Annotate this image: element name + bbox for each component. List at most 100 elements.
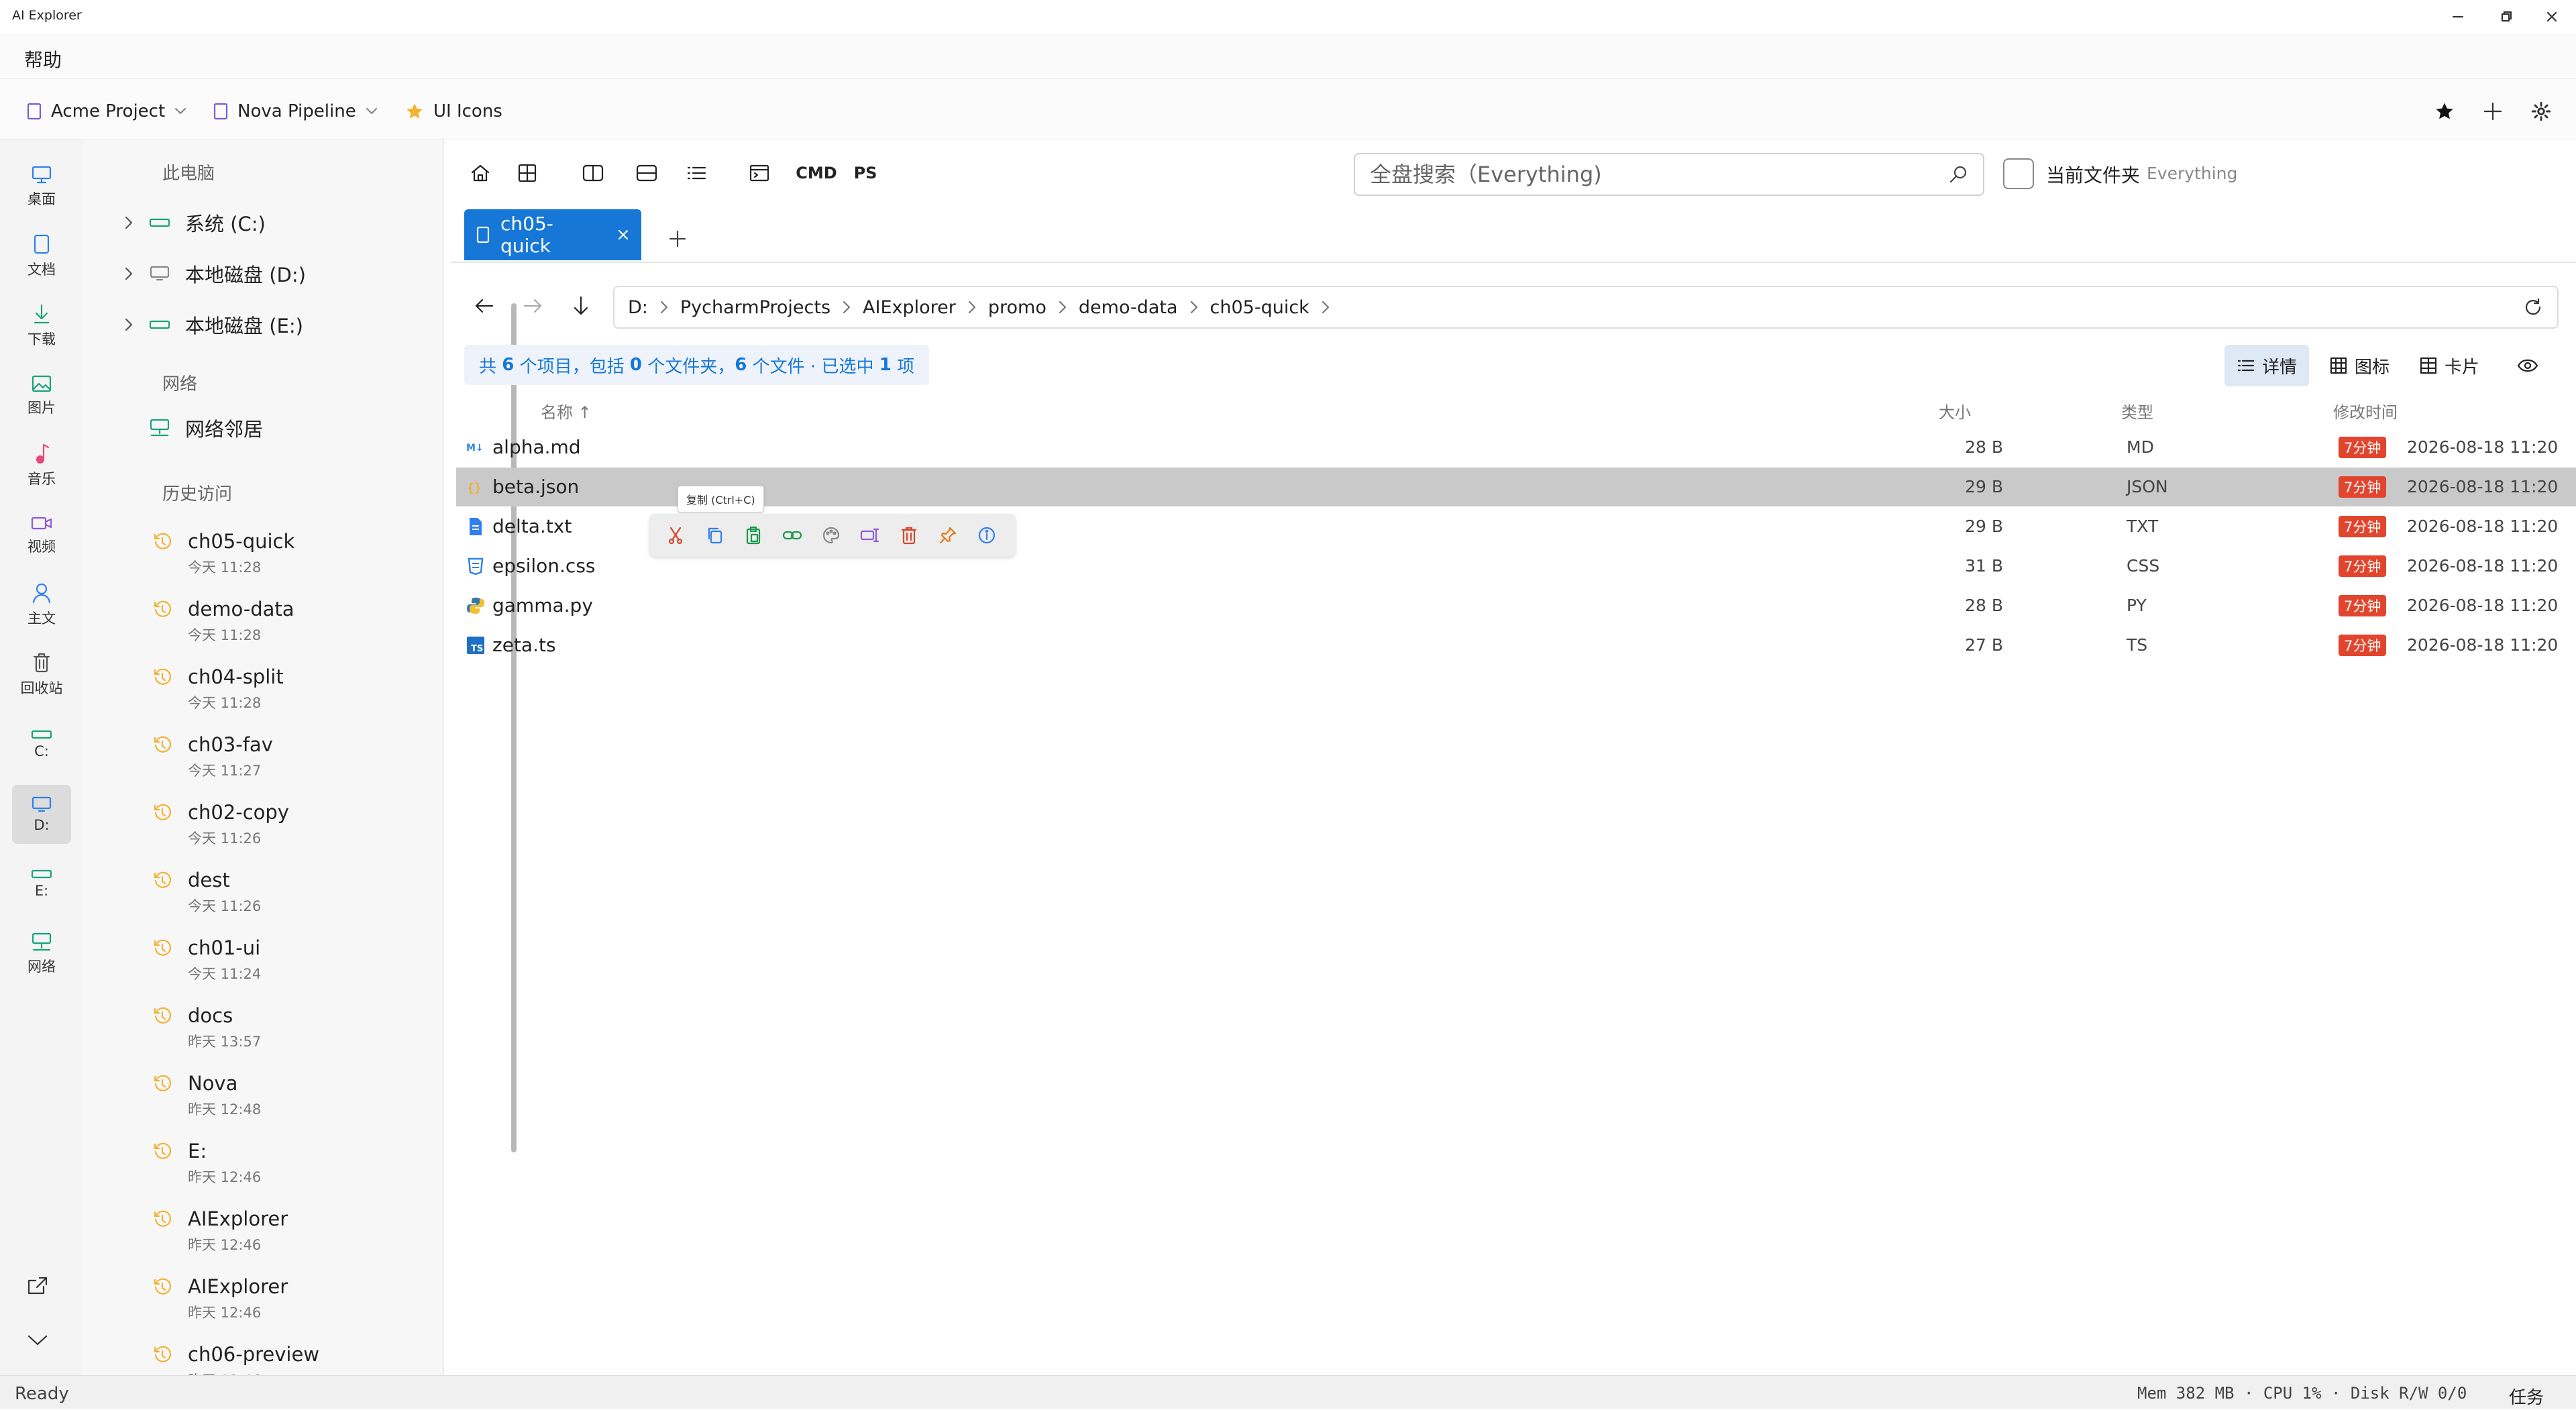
- breadcrumb-item[interactable]: demo-data: [1079, 297, 1210, 318]
- history-name: ch06-preview: [188, 1343, 320, 1366]
- chevron-right-icon[interactable]: [843, 301, 851, 314]
- rail-pictures[interactable]: 图片: [12, 366, 71, 425]
- rename-button[interactable]: [851, 519, 890, 552]
- rail-drive-d[interactable]: D:: [12, 785, 71, 844]
- view-details-button[interactable]: 详情: [2224, 345, 2310, 386]
- up-button[interactable]: [561, 286, 601, 326]
- chevron-right-icon[interactable]: [109, 215, 149, 230]
- file-row[interactable]: gamma.py 28 B PY 7分钟 2026-08-18 11:20: [456, 586, 2576, 625]
- rail-downloads[interactable]: 下载: [12, 296, 71, 356]
- popout-button[interactable]: [19, 1266, 56, 1304]
- color-tag-button[interactable]: [812, 519, 851, 552]
- search-input[interactable]: [1370, 162, 1948, 187]
- sidebar-drive-d[interactable]: 本地磁盘 (D:): [109, 254, 306, 294]
- breadcrumb-item[interactable]: PycharmProjects: [680, 297, 863, 318]
- tasks-button[interactable]: 任务: [2509, 1384, 2544, 1409]
- chevron-right-icon[interactable]: [109, 266, 149, 281]
- delete-button[interactable]: [890, 519, 928, 552]
- file-name: zeta.ts: [492, 634, 556, 656]
- info-button[interactable]: [967, 519, 1006, 552]
- new-tab-button[interactable]: [659, 220, 696, 258]
- collapse-rail-button[interactable]: [19, 1321, 56, 1359]
- project-acme[interactable]: Acme Project: [27, 98, 186, 125]
- add-project-button[interactable]: [2474, 93, 2512, 130]
- sidebar-network-neighborhood[interactable]: 网络邻居: [149, 408, 263, 448]
- link-button[interactable]: [773, 519, 812, 552]
- global-search[interactable]: [1354, 153, 1984, 196]
- column-name[interactable]: 名称 ↑: [541, 396, 592, 425]
- cmd-button[interactable]: CMD: [793, 154, 840, 192]
- music-icon: [33, 443, 50, 464]
- rail-recycle-bin[interactable]: 回收站: [12, 645, 71, 704]
- restore-button[interactable]: [2482, 0, 2530, 34]
- list-view-button[interactable]: [678, 154, 715, 192]
- terminal-button[interactable]: [741, 154, 778, 192]
- search-icon[interactable]: [1948, 164, 1968, 184]
- close-icon[interactable]: [617, 229, 629, 241]
- close-button[interactable]: [2528, 0, 2576, 34]
- paste-button[interactable]: [734, 519, 773, 552]
- external-window-icon: [26, 1275, 49, 1295]
- history-clock-icon: [153, 1346, 172, 1364]
- plus-icon: [667, 229, 688, 249]
- back-button[interactable]: [464, 286, 504, 326]
- file-row[interactable]: M↓ alpha.md 28 B MD 7分钟 2026-08-18 11:20: [456, 428, 2576, 467]
- current-folder-checkbox[interactable]: [2003, 158, 2034, 189]
- favorites-star-button[interactable]: [2426, 93, 2463, 130]
- chevron-right-icon[interactable]: [1190, 301, 1198, 314]
- split-vertical-button[interactable]: [574, 154, 612, 192]
- history-header: 历史访问: [162, 484, 233, 504]
- column-size[interactable]: 大小: [1939, 396, 1971, 425]
- chevron-down-icon: [366, 107, 378, 115]
- arrow-right-icon: [522, 296, 543, 315]
- pin-button[interactable]: [928, 519, 967, 552]
- sidebar-drive-c[interactable]: 系统 (C:): [109, 203, 266, 243]
- project-nova[interactable]: Nova Pipeline: [213, 98, 378, 125]
- menu-help[interactable]: 帮助: [24, 46, 62, 72]
- powershell-button[interactable]: PS: [847, 154, 884, 192]
- chevron-right-icon[interactable]: [968, 301, 976, 314]
- rail-videos[interactable]: 视频: [12, 506, 71, 565]
- chevron-right-icon[interactable]: [109, 317, 149, 332]
- breadcrumb-item[interactable]: ch05-quick: [1210, 297, 1342, 318]
- view-icons-button[interactable]: 图标: [2317, 345, 2402, 386]
- file-row[interactable]: {} beta.json 29 B JSON 7分钟 2026-08-18 11:20: [456, 468, 2576, 506]
- rail-network[interactable]: 网络: [12, 924, 71, 983]
- split-horizontal-button[interactable]: [628, 154, 665, 192]
- rail-music[interactable]: 音乐: [12, 436, 71, 495]
- file-modified: 2026-08-18 11:20: [2407, 596, 2559, 615]
- rail-drive-c[interactable]: C:: [12, 715, 71, 774]
- cut-button[interactable]: [656, 519, 695, 552]
- column-modified[interactable]: 修改时间: [2333, 396, 2398, 425]
- rail-documents[interactable]: 文档: [12, 227, 71, 286]
- rail-drive-e[interactable]: E:: [12, 855, 71, 914]
- chevron-right-icon[interactable]: [660, 301, 668, 314]
- chevron-right-icon[interactable]: [1322, 301, 1330, 314]
- delete-icon: [900, 526, 918, 545]
- column-type[interactable]: 类型: [2121, 396, 2153, 425]
- view-cards-button[interactable]: 卡片: [2407, 345, 2491, 386]
- project-ui-icons[interactable]: UI Icons: [405, 98, 502, 125]
- drive-icon: [149, 218, 170, 227]
- forward-button[interactable]: [513, 286, 553, 326]
- link-icon: [782, 527, 802, 543]
- copy-button[interactable]: [695, 519, 734, 552]
- home-button[interactable]: [462, 154, 499, 192]
- breadcrumb-item[interactable]: promo: [988, 297, 1079, 318]
- rail-label: 主文: [28, 610, 56, 627]
- breadcrumb-item[interactable]: AIExplorer: [863, 297, 988, 318]
- grid-layout-button[interactable]: [508, 154, 546, 192]
- sidebar-drive-e[interactable]: 本地磁盘 (E:): [109, 305, 303, 345]
- refresh-button[interactable]: [2518, 292, 2548, 322]
- breadcrumb-item[interactable]: D:: [628, 297, 680, 318]
- chevron-down-icon: [27, 1334, 48, 1347]
- rail-home[interactable]: 主文: [12, 576, 71, 635]
- tab-ch05-quick[interactable]: ch05-quick: [464, 209, 641, 260]
- minimize-button[interactable]: [2434, 0, 2482, 34]
- rail-desktop[interactable]: 桌面: [12, 157, 71, 216]
- preview-toggle-button[interactable]: [2505, 345, 2557, 386]
- settings-button[interactable]: [2522, 93, 2560, 130]
- breadcrumb[interactable]: D: PycharmProjects AIExplorer promo demo-dat…: [613, 286, 2559, 329]
- chevron-right-icon[interactable]: [1059, 301, 1067, 314]
- file-row[interactable]: TS zeta.ts 27 B TS 7分钟 2026-08-18 11:20: [456, 626, 2576, 665]
